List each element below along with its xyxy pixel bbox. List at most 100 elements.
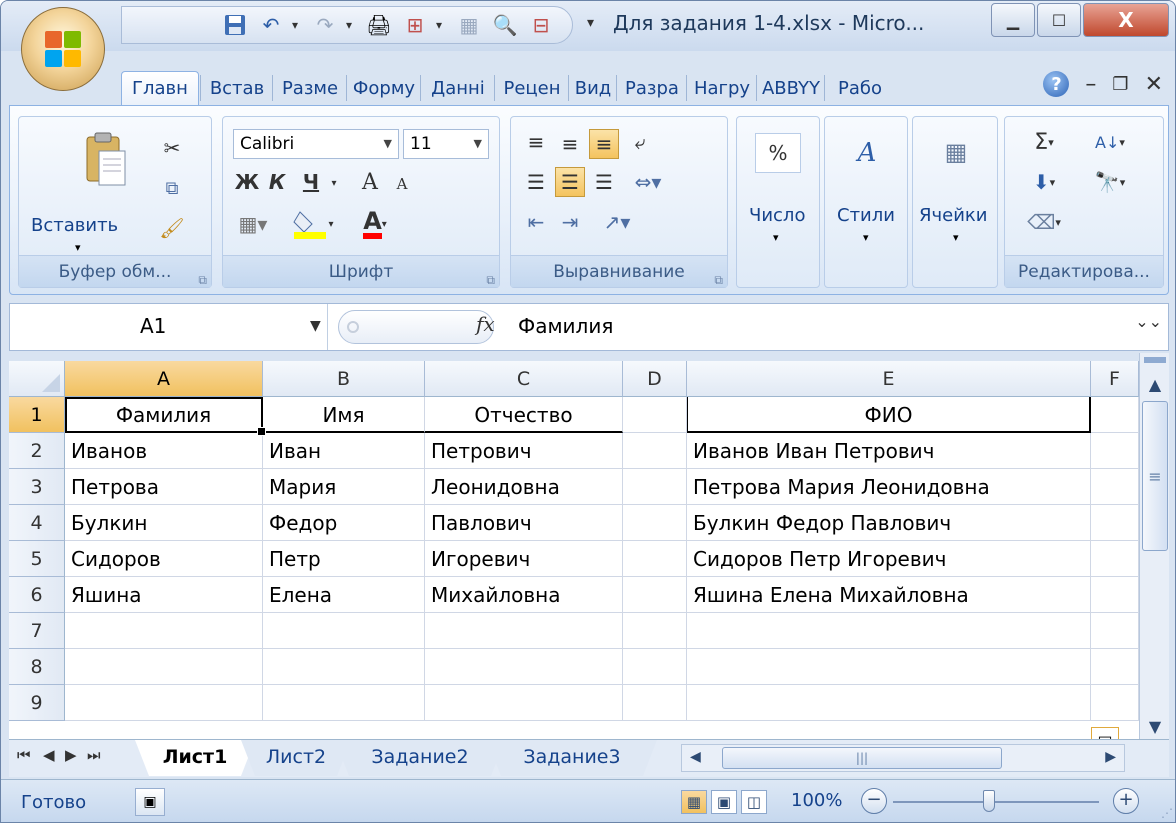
preview-icon[interactable]: 🔍	[490, 11, 520, 39]
cell-f8[interactable]	[1091, 649, 1139, 685]
column-header-f[interactable]: F	[1091, 361, 1139, 397]
insert-rows-icon[interactable]: ⊞	[400, 11, 430, 39]
redo-icon[interactable]: ↷	[310, 11, 340, 39]
redo-dropdown-icon[interactable]: ▾	[346, 18, 358, 32]
tab-2[interactable]: Встав	[203, 71, 271, 105]
grow-font-button[interactable]: A	[355, 167, 385, 197]
resize-grip-icon[interactable]: ⋰	[1161, 806, 1173, 820]
cell-e4[interactable]: Булкин Федор Павлович	[687, 505, 1091, 541]
cells-dropdown-icon[interactable]: ▾	[953, 231, 959, 244]
wrap-text-icon[interactable]: ⤶	[625, 127, 655, 157]
cell-c6[interactable]: Михайловна	[425, 577, 623, 613]
sheet-tab-3[interactable]: Задание2	[335, 740, 505, 776]
paste-options-icon[interactable]: ▤	[1091, 727, 1119, 739]
save-icon[interactable]	[220, 11, 250, 39]
cell-e2[interactable]: Иванов Иван Петрович	[687, 433, 1091, 469]
maximize-button[interactable]: ☐	[1037, 3, 1081, 37]
increase-indent-icon[interactable]: ⇥	[555, 207, 585, 237]
cell-d2[interactable]	[623, 433, 687, 469]
cell-f4[interactable]	[1091, 505, 1139, 541]
cell-c7[interactable]	[425, 613, 623, 649]
paste-button[interactable]: Вставить	[31, 215, 118, 236]
clear-icon[interactable]: ⌫ ▾	[1019, 207, 1069, 237]
cell-b2[interactable]: Иван	[263, 433, 425, 469]
tab-4[interactable]: Форму	[349, 71, 419, 105]
scroll-up-icon[interactable]: ▲	[1140, 371, 1170, 397]
cell-b7[interactable]	[263, 613, 425, 649]
formula-input[interactable]: Фамилия	[518, 314, 613, 338]
tab-11[interactable]: Рабо	[827, 71, 893, 105]
cell-f9[interactable]	[1091, 685, 1139, 721]
first-sheet-icon[interactable]: ⏮	[17, 746, 31, 764]
undo-icon[interactable]: ↶	[256, 11, 286, 39]
alignment-dialog-launcher-icon[interactable]: ⧉	[714, 264, 723, 296]
cell-a5[interactable]: Сидоров	[65, 541, 263, 577]
sort-filter-icon[interactable]: A↓ ▾	[1085, 127, 1135, 157]
help-icon[interactable]: ?	[1043, 71, 1070, 97]
column-header-d[interactable]: D	[623, 361, 687, 397]
column-header-a[interactable]: A	[65, 361, 263, 397]
office-button[interactable]	[21, 7, 105, 91]
styles-group[interactable]: A Стили ▾	[824, 116, 908, 288]
cell-d7[interactable]	[623, 613, 687, 649]
row-header-6[interactable]: 6	[9, 577, 65, 613]
underline-button[interactable]: Ч	[297, 167, 325, 197]
cells-button[interactable]: Ячейки	[919, 205, 987, 226]
cell-e5[interactable]: Сидоров Петр Игоревич	[687, 541, 1091, 577]
page-layout-view-icon[interactable]: ▣	[711, 790, 737, 814]
find-select-icon[interactable]: 🔭 ▾	[1085, 167, 1135, 197]
fill-icon[interactable]: ⬇ ▾	[1019, 167, 1069, 197]
cell-e6[interactable]: Яшина Елена Михайловна	[687, 577, 1091, 613]
name-box-dropdown-icon[interactable]: ▼	[310, 318, 321, 334]
row-header-1[interactable]: 1	[9, 397, 65, 433]
vertical-scrollbar[interactable]: ▲ ≡ ▼	[1139, 353, 1169, 739]
cell-a7[interactable]	[65, 613, 263, 649]
column-header-b[interactable]: B	[263, 361, 425, 397]
cell-d5[interactable]	[623, 541, 687, 577]
macro-record-icon[interactable]: ▣	[135, 788, 165, 816]
name-box[interactable]: A1 ▼	[10, 304, 328, 350]
print-preview-icon[interactable]: 🖨	[364, 11, 394, 39]
cell-c3[interactable]: Леонидовна	[425, 469, 623, 505]
next-sheet-icon[interactable]: ▶	[65, 746, 77, 764]
paste-icon[interactable]	[81, 129, 131, 193]
insert-function-button[interactable]: fx	[476, 312, 495, 336]
zoom-level[interactable]: 100%	[791, 790, 842, 811]
tab-9[interactable]: Нагру	[689, 71, 755, 105]
cell-c1[interactable]: Отчество	[425, 397, 623, 433]
minimize-button[interactable]: ▁	[991, 3, 1035, 37]
insert-dropdown-icon[interactable]: ▾	[436, 18, 448, 32]
tab-8[interactable]: Разра	[619, 71, 685, 105]
zoom-slider-thumb[interactable]	[983, 790, 995, 812]
cell-e9[interactable]	[687, 685, 1091, 721]
copy-icon[interactable]: ⧉	[157, 173, 187, 203]
cell-f3[interactable]	[1091, 469, 1139, 505]
cell-a6[interactable]: Яшина	[65, 577, 263, 613]
customize-qat-icon[interactable]: ▾	[587, 15, 594, 31]
cell-a4[interactable]: Булкин	[65, 505, 263, 541]
row-header-2[interactable]: 2	[9, 433, 65, 469]
align-right-icon[interactable]: ☰	[589, 167, 619, 197]
font-color-icon[interactable]: A ▾	[347, 207, 403, 241]
orientation-icon[interactable]: ↗▾	[595, 207, 639, 237]
underline-dropdown-icon[interactable]: ▾	[327, 171, 341, 195]
scroll-right-icon[interactable]: ▶	[1105, 749, 1116, 765]
number-dropdown-icon[interactable]: ▾	[773, 231, 779, 244]
tab-3[interactable]: Разме	[275, 71, 345, 105]
cell-c5[interactable]: Игоревич	[425, 541, 623, 577]
cell-e8[interactable]	[687, 649, 1091, 685]
tab-1[interactable]: Главн	[121, 71, 199, 107]
row-header-9[interactable]: 9	[9, 685, 65, 721]
cell-d9[interactable]	[623, 685, 687, 721]
scroll-down-icon[interactable]: ▼	[1140, 713, 1170, 739]
horizontal-scroll-thumb[interactable]: |||	[722, 747, 1002, 769]
cell-b9[interactable]	[263, 685, 425, 721]
align-top-icon[interactable]: ≡	[521, 127, 551, 157]
cells-group[interactable]: ▦ Ячейки ▾	[912, 116, 998, 288]
cell-f5[interactable]	[1091, 541, 1139, 577]
cell-d4[interactable]	[623, 505, 687, 541]
cell-e3[interactable]: Петрова Мария Леонидовна	[687, 469, 1091, 505]
horizontal-scrollbar[interactable]: ◀ ||| ▶	[681, 744, 1125, 772]
cell-a9[interactable]	[65, 685, 263, 721]
number-button[interactable]: Число	[749, 205, 805, 226]
